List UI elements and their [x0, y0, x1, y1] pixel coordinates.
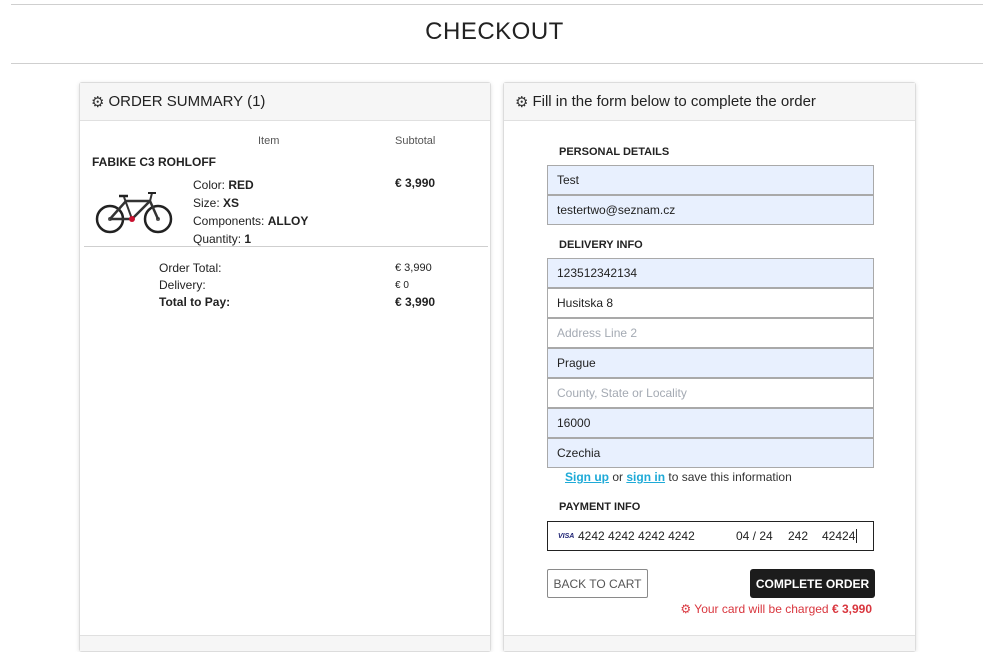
total-to-pay-value: € 3,990 — [395, 295, 436, 309]
address-line-1-field[interactable]: Husitska 8 — [547, 288, 874, 318]
save-info-line: Sign up or sign in to save this informat… — [565, 470, 792, 484]
checkout-form-footer — [504, 635, 915, 651]
column-subtotal-header: Subtotal — [395, 135, 436, 147]
city-field[interactable]: Prague — [547, 348, 874, 378]
card-input[interactable]: VISA 4242 4242 4242 4242 04 / 24 242 424… — [547, 521, 874, 551]
county-field[interactable]: County, State or Locality — [547, 378, 874, 408]
gear-icon: ⚙ — [680, 602, 692, 616]
complete-order-button[interactable]: COMPLETE ORDER — [750, 569, 875, 598]
order-total-label: Order Total: — [159, 261, 222, 275]
card-zip[interactable]: 42424 — [822, 529, 858, 543]
charge-notice: ⚙ Your card will be charged € 3,990 — [680, 602, 872, 616]
name-field[interactable]: Test — [547, 165, 874, 195]
order-summary-title: ORDER SUMMARY (1) — [108, 93, 266, 110]
order-summary-panel: ⚙ ORDER SUMMARY (1) Item Subtotal FABIKE… — [79, 82, 491, 652]
email-field[interactable]: testertwo@seznam.cz — [547, 195, 874, 225]
order-summary-header: ⚙ ORDER SUMMARY (1) — [80, 83, 490, 121]
sign-in-link[interactable]: sign in — [626, 470, 665, 484]
item-subtotal: € 3,990 — [395, 176, 436, 190]
top-divider — [11, 4, 983, 5]
bike-image — [95, 192, 173, 234]
delivery-value: € 0 — [395, 280, 409, 291]
charge-amount: € 3,990 — [831, 602, 872, 616]
checkout-form-title: Fill in the form below to complete the o… — [532, 93, 816, 110]
title-divider — [11, 63, 983, 64]
order-total-value: € 3,990 — [395, 262, 432, 274]
checkout-form-header: ⚙ Fill in the form below to complete the… — [504, 83, 915, 121]
product-name: FABIKE C3 ROHLOFF — [92, 155, 217, 169]
attr-size: Size: XS — [193, 196, 240, 210]
card-expiry[interactable]: 04 / 24 — [736, 529, 788, 543]
order-summary-footer — [80, 635, 490, 651]
card-number[interactable]: 4242 4242 4242 4242 — [578, 529, 736, 543]
summary-divider — [84, 246, 488, 247]
gear-icon: ⚙ — [91, 93, 105, 111]
total-to-pay-label: Total to Pay: — [159, 295, 231, 309]
card-cvc[interactable]: 242 — [788, 529, 822, 543]
sign-up-link[interactable]: Sign up — [565, 470, 609, 484]
attr-color: Color: RED — [193, 178, 254, 192]
delivery-label: Delivery: — [159, 278, 206, 292]
address-line-2-field[interactable]: Address Line 2 — [547, 318, 874, 348]
totals-values: € 3,990 € 0 € 3,990 — [395, 260, 435, 311]
back-to-cart-button[interactable]: BACK TO CART — [547, 569, 648, 598]
product-attributes: Color: RED Size: XS Components: ALLOY Qu… — [193, 176, 308, 248]
column-item-header: Item — [258, 135, 280, 147]
phone-field[interactable]: 123512342134 — [547, 258, 874, 288]
personal-details-label: PERSONAL DETAILS — [559, 146, 670, 158]
checkout-form-panel: ⚙ Fill in the form below to complete the… — [503, 82, 916, 652]
delivery-info-label: DELIVERY INFO — [559, 239, 643, 251]
payment-info-label: PAYMENT INFO — [559, 501, 641, 513]
zip-field[interactable]: 16000 — [547, 408, 874, 438]
country-field[interactable]: Czechia — [547, 438, 874, 468]
visa-card-icon: VISA — [558, 532, 575, 540]
attr-components: Components: ALLOY — [193, 214, 309, 228]
gear-icon: ⚙ — [515, 93, 529, 111]
totals-labels: Order Total: Delivery: Total to Pay: — [159, 260, 230, 311]
page-title: CHECKOUT — [425, 18, 564, 45]
